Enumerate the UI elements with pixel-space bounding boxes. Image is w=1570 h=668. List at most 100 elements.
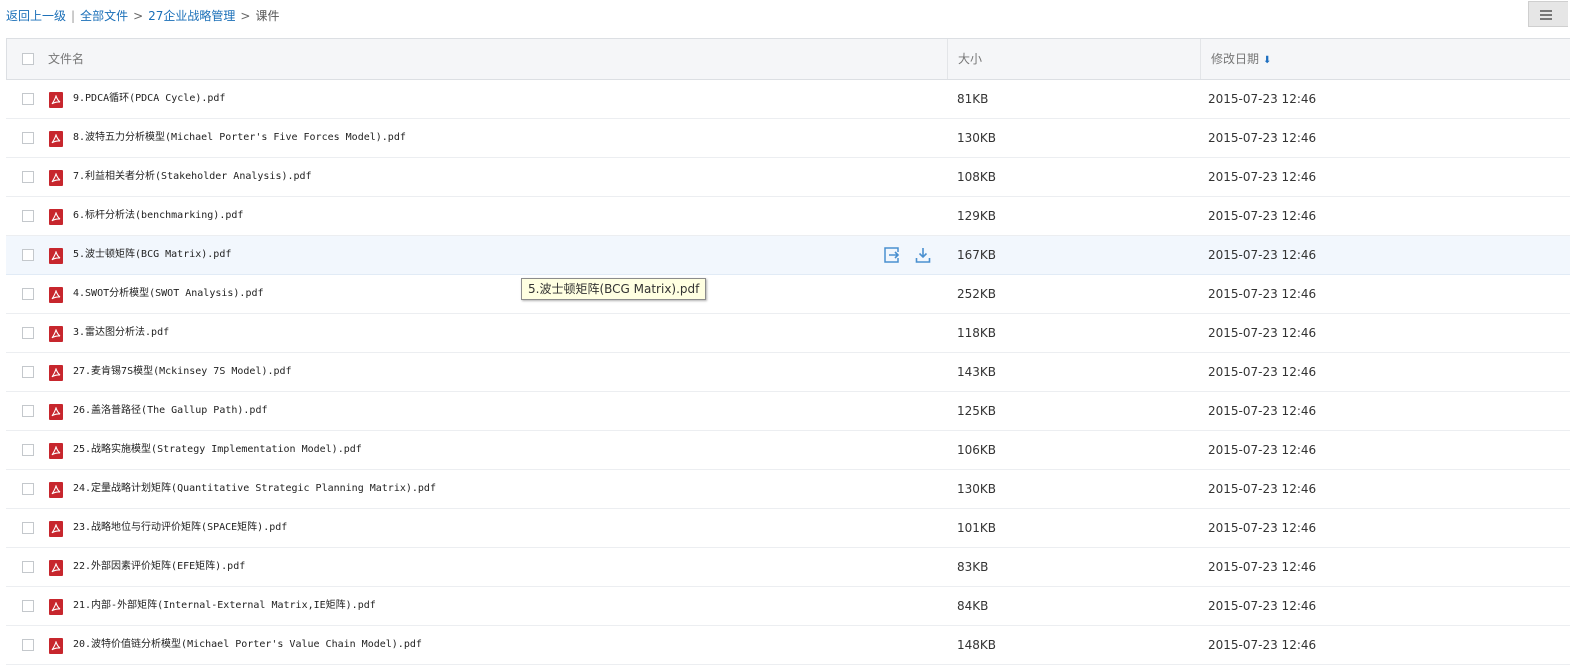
file-name-link[interactable]: 24.定量战略计划矩阵(Quantitative Strategic Plann…	[73, 470, 436, 508]
sort-down-arrow-icon[interactable]: ⬇	[1263, 41, 1271, 81]
file-modified-date: 2015-07-23 12:46	[1208, 521, 1317, 535]
row-checkbox[interactable]	[22, 288, 34, 300]
file-name-link[interactable]: 22.外部因素评价矩阵(EFE矩阵).pdf	[73, 548, 245, 586]
pdf-file-icon	[49, 638, 63, 654]
file-size: 83KB	[957, 560, 989, 574]
file-name-link[interactable]: 7.利益相关者分析(Stakeholder Analysis).pdf	[73, 158, 312, 196]
column-divider	[1200, 39, 1201, 79]
file-row[interactable]: 24.定量战略计划矩阵(Quantitative Strategic Plann…	[6, 470, 1570, 509]
file-row[interactable]: 21.内部-外部矩阵(Internal-External Matrix,IE矩阵…	[6, 587, 1570, 626]
pdf-file-icon	[49, 326, 63, 342]
file-size: 106KB	[957, 443, 997, 457]
back-link[interactable]: 返回上一级	[6, 9, 66, 23]
file-name-link[interactable]: 4.SWOT分析模型(SWOT Analysis).pdf	[73, 275, 264, 313]
file-row[interactable]: 20.波特价值链分析模型(Michael Porter's Value Chai…	[6, 626, 1570, 665]
file-modified-date: 2015-07-23 12:46	[1208, 560, 1317, 574]
file-modified-date: 2015-07-23 12:46	[1208, 170, 1317, 184]
file-row[interactable]: 25.战略实施模型(Strategy Implementation Model)…	[6, 431, 1570, 470]
file-modified-date: 2015-07-23 12:46	[1208, 326, 1317, 340]
file-row[interactable]: 23.战略地位与行动评价矩阵(SPACE矩阵).pdf 101KB 2015-07-…	[6, 509, 1570, 548]
pdf-file-icon	[49, 92, 63, 108]
column-divider	[947, 39, 948, 79]
file-name-link[interactable]: 9.PDCA循环(PDCA Cycle).pdf	[73, 80, 225, 118]
download-icon[interactable]	[914, 246, 932, 264]
file-name-link[interactable]: 6.标杆分析法(benchmarking).pdf	[73, 197, 243, 235]
header-size[interactable]: 大小	[958, 39, 982, 79]
file-size: 143KB	[957, 365, 997, 379]
pdf-file-icon	[49, 365, 63, 381]
row-checkbox[interactable]	[22, 93, 34, 105]
pdf-file-icon	[49, 248, 63, 264]
file-name-link[interactable]: 8.波特五力分析模型(Michael Porter's Five Forces …	[73, 119, 406, 157]
row-checkbox[interactable]	[22, 327, 34, 339]
file-row[interactable]: 6.标杆分析法(benchmarking).pdf 129KB 2015-07-23…	[6, 197, 1570, 236]
file-modified-date: 2015-07-23 12:46	[1208, 443, 1317, 457]
file-size: 130KB	[957, 482, 997, 496]
pdf-file-icon	[49, 599, 63, 615]
pdf-file-icon	[49, 443, 63, 459]
file-name-link[interactable]: 23.战略地位与行动评价矩阵(SPACE矩阵).pdf	[73, 509, 287, 547]
breadcrumb-folder[interactable]: 27企业战略管理	[148, 9, 235, 23]
row-checkbox[interactable]	[22, 639, 34, 651]
file-row[interactable]: 27.麦肯锡7S模型(Mckinsey 7S Model).pdf 143KB 20…	[6, 353, 1570, 392]
file-modified-date: 2015-07-23 12:46	[1208, 131, 1317, 145]
row-checkbox[interactable]	[22, 483, 34, 495]
row-checkbox[interactable]	[22, 600, 34, 612]
list-view-icon	[1540, 10, 1552, 20]
file-modified-date: 2015-07-23 12:46	[1208, 92, 1317, 106]
file-modified-date: 2015-07-23 12:46	[1208, 404, 1317, 418]
file-size: 84KB	[957, 599, 989, 613]
file-name-link[interactable]: 27.麦肯锡7S模型(Mckinsey 7S Model).pdf	[73, 353, 292, 391]
select-all-checkbox[interactable]	[22, 53, 34, 65]
file-modified-date: 2015-07-23 12:46	[1208, 365, 1317, 379]
pdf-file-icon	[49, 482, 63, 498]
file-name-link[interactable]: 3.雷达图分析法.pdf	[73, 314, 169, 352]
pdf-file-icon	[49, 521, 63, 537]
row-checkbox[interactable]	[22, 405, 34, 417]
file-row[interactable]: 4.SWOT分析模型(SWOT Analysis).pdf 252KB 2015-0…	[6, 275, 1570, 314]
file-list: 9.PDCA循环(PDCA Cycle).pdf 81KB 2015-07-23 1…	[6, 80, 1570, 665]
file-name-link[interactable]: 26.盖洛普路径(The Gallup Path).pdf	[73, 392, 268, 430]
row-checkbox[interactable]	[22, 132, 34, 144]
file-row[interactable]: 22.外部因素评价矩阵(EFE矩阵).pdf 83KB 2015-07-23 12:…	[6, 548, 1570, 587]
pdf-file-icon	[49, 404, 63, 420]
file-size: 167KB	[957, 248, 997, 262]
file-row[interactable]: 5.波士顿矩阵(BCG Matrix).pdf 167KB 2015-07-23 1…	[6, 236, 1570, 275]
row-checkbox[interactable]	[22, 210, 34, 222]
share-icon[interactable]	[883, 246, 901, 264]
row-checkbox[interactable]	[22, 249, 34, 261]
pdf-file-icon	[49, 131, 63, 147]
file-size: 81KB	[957, 92, 989, 106]
file-name-link[interactable]: 20.波特价值链分析模型(Michael Porter's Value Chai…	[73, 626, 422, 664]
file-row[interactable]: 7.利益相关者分析(Stakeholder Analysis).pdf 108KB…	[6, 158, 1570, 197]
file-size: 252KB	[957, 287, 997, 301]
breadcrumb-all-files[interactable]: 全部文件	[80, 9, 128, 23]
file-row[interactable]: 8.波特五力分析模型(Michael Porter's Five Forces …	[6, 119, 1570, 158]
file-modified-date: 2015-07-23 12:46	[1208, 638, 1317, 652]
file-modified-date: 2015-07-23 12:46	[1208, 248, 1317, 262]
row-checkbox[interactable]	[22, 522, 34, 534]
breadcrumb-divider: |	[71, 9, 76, 23]
filename-tooltip: 5.波士顿矩阵(BCG Matrix).pdf	[521, 278, 707, 300]
row-checkbox[interactable]	[22, 561, 34, 573]
row-checkbox[interactable]	[22, 444, 34, 456]
file-name-link[interactable]: 21.内部-外部矩阵(Internal-External Matrix,IE矩阵…	[73, 587, 376, 625]
row-checkbox[interactable]	[22, 171, 34, 183]
file-modified-date: 2015-07-23 12:46	[1208, 599, 1317, 613]
breadcrumb-current: 课件	[255, 9, 280, 23]
breadcrumb: 返回上一级 | 全部文件 >27企业战略管理 > 课件	[6, 7, 280, 25]
file-size: 148KB	[957, 638, 997, 652]
file-size: 101KB	[957, 521, 997, 535]
list-view-toggle-button[interactable]	[1528, 1, 1568, 27]
file-size: 118KB	[957, 326, 997, 340]
row-checkbox[interactable]	[22, 366, 34, 378]
file-row[interactable]: 9.PDCA循环(PDCA Cycle).pdf 81KB 2015-07-23 1…	[6, 80, 1570, 119]
file-name-link[interactable]: 25.战略实施模型(Strategy Implementation Model)…	[73, 431, 362, 469]
file-row[interactable]: 26.盖洛普路径(The Gallup Path).pdf 125KB 2015-0…	[6, 392, 1570, 431]
pdf-file-icon	[49, 209, 63, 225]
header-name[interactable]: 文件名	[48, 39, 84, 79]
file-modified-date: 2015-07-23 12:46	[1208, 482, 1317, 496]
file-row[interactable]: 3.雷达图分析法.pdf 118KB 2015-07-23 12:46	[6, 314, 1570, 353]
header-date[interactable]: 修改日期 ⬇	[1211, 39, 1271, 79]
file-name-link[interactable]: 5.波士顿矩阵(BCG Matrix).pdf	[73, 236, 231, 274]
